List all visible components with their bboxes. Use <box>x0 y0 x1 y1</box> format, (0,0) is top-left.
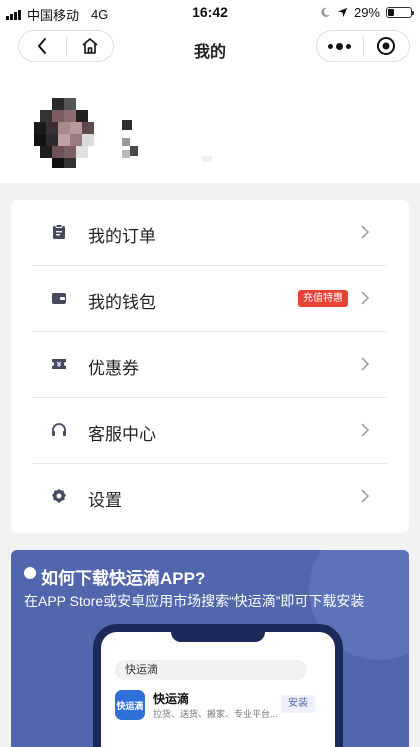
chevron-right-icon <box>361 291 370 305</box>
chevron-right-icon <box>361 423 370 437</box>
close-button[interactable] <box>363 31 409 61</box>
menu-item-support[interactable]: 客服中心 <box>11 398 409 464</box>
phone-illustration: 快运滴 快运滴 快运滴 拉货、送货、搬家、专业平台... 安装 <box>93 624 343 747</box>
gear-icon <box>51 488 67 504</box>
menu-item-label: 设置 <box>88 491 122 510</box>
download-banner[interactable]: 如何下载快运滴APP? 在APP Store或安卓应用市场搜索“快运滴”即可下载… <box>11 550 409 747</box>
nav-capsule-right <box>316 30 410 62</box>
more-button[interactable] <box>317 31 363 61</box>
app-description: 拉货、送货、搬家、专业平台... <box>153 709 278 719</box>
ticket-icon <box>51 356 67 372</box>
status-bar: 中国移动 4G 16:42 29% <box>0 0 420 26</box>
menu-item-settings[interactable]: 设置 <box>11 464 409 530</box>
wallet-icon <box>51 290 67 306</box>
menu-card: 我的订单 我的钱包 充值特惠 优惠券 客服中心 设置 <box>11 200 409 533</box>
moon-icon <box>321 7 331 17</box>
avatar[interactable] <box>34 98 106 170</box>
menu-item-wallet[interactable]: 我的钱包 充值特惠 <box>11 266 409 332</box>
profile-header <box>0 70 420 183</box>
location-arrow-icon <box>337 7 348 18</box>
menu-item-label: 优惠券 <box>88 359 139 378</box>
menu-item-label: 我的订单 <box>88 227 156 246</box>
username-blurred <box>122 120 212 162</box>
battery-icon <box>386 7 414 18</box>
app-logo: 快运滴 <box>115 690 145 720</box>
install-button: 安装 <box>281 695 315 713</box>
chevron-right-icon <box>361 489 370 503</box>
phone-search-box: 快运滴 <box>115 660 307 680</box>
chevron-right-icon <box>361 357 370 371</box>
target-close-icon <box>377 37 396 55</box>
battery-percent: 29% <box>353 5 380 20</box>
more-dots-icon <box>328 42 352 50</box>
bullet-dot <box>24 567 36 579</box>
menu-item-orders[interactable]: 我的订单 <box>11 200 409 266</box>
menu-item-label: 我的钱包 <box>88 293 156 312</box>
app-name: 快运滴 <box>153 692 190 706</box>
chevron-right-icon <box>361 225 370 239</box>
phone-notch <box>171 624 265 642</box>
menu-item-coupons[interactable]: 优惠券 <box>11 332 409 398</box>
banner-description: 在APP Store或安卓应用市场搜索“快运滴”即可下载安装 <box>24 593 365 609</box>
clipboard-icon <box>51 224 67 240</box>
menu-item-label: 客服中心 <box>88 425 156 444</box>
banner-title: 如何下载快运滴APP? <box>41 569 206 588</box>
promo-badge: 充值特惠 <box>298 290 348 307</box>
headset-icon <box>51 422 67 438</box>
nav-bar: 我的 <box>0 26 420 70</box>
